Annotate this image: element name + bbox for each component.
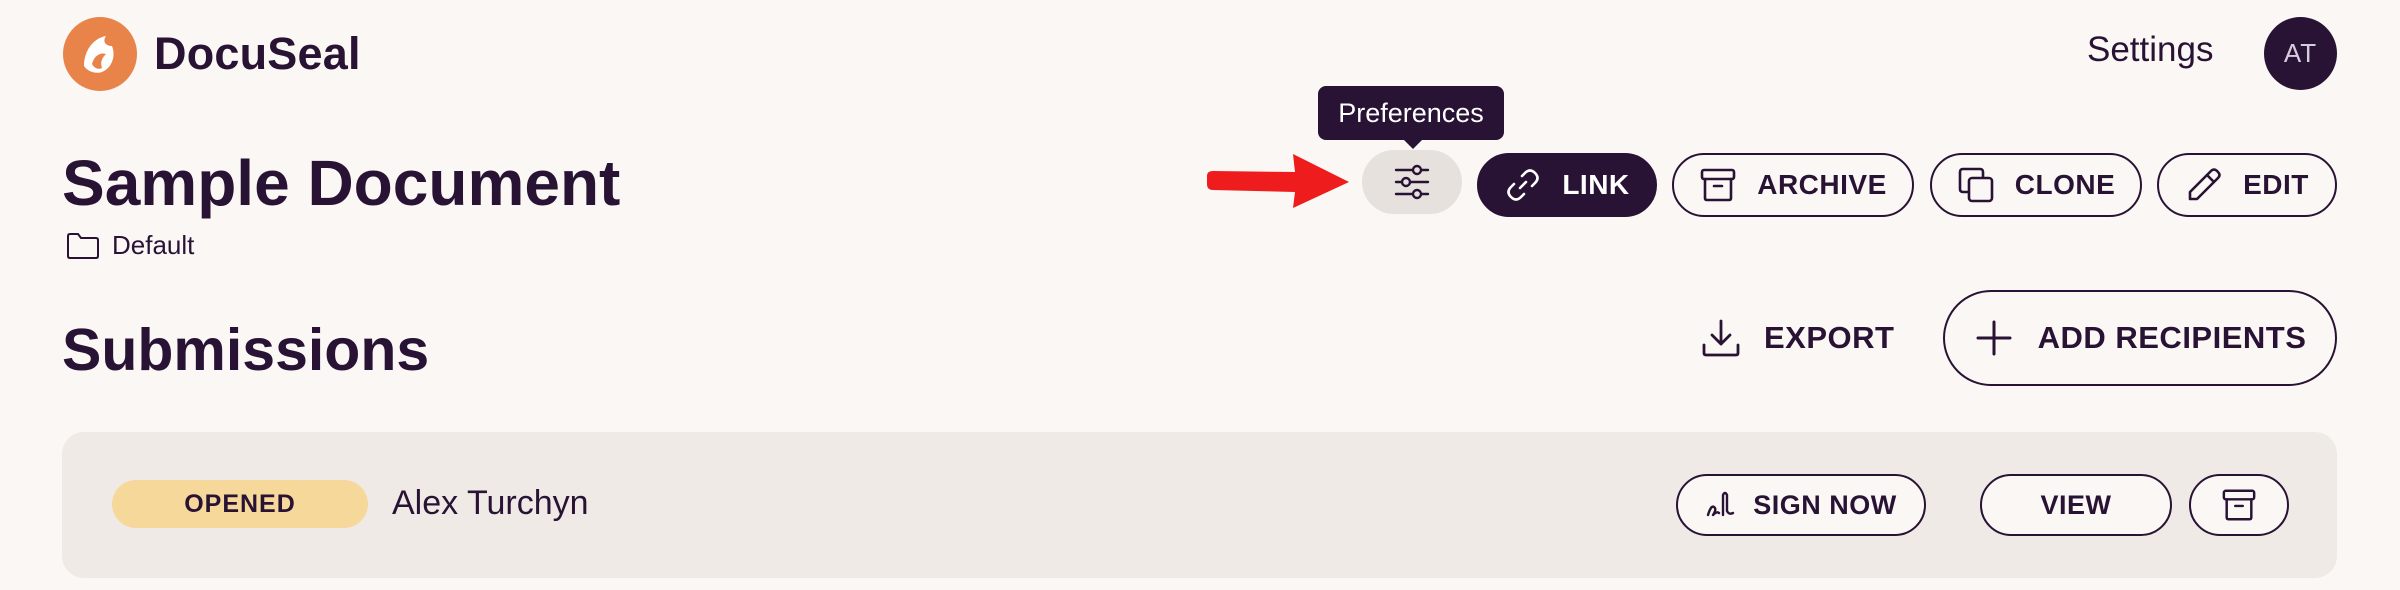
folder-label: Default: [112, 230, 195, 260]
download-icon: [1702, 319, 1740, 357]
submission-row: OPENED Alex Turchyn SIGN NOW VIEW: [62, 432, 2337, 578]
add-recipients-button[interactable]: ADD RECIPIENTS: [1943, 290, 2337, 386]
red-arrow-icon: [1207, 154, 1349, 208]
link-icon: [1507, 169, 1540, 201]
sign-now-button[interactable]: SIGN NOW: [1676, 474, 1926, 536]
preferences-tooltip: Preferences: [1318, 86, 1504, 149]
archive-icon: [2222, 489, 2256, 521]
copy-icon: [1958, 167, 1994, 203]
archive-button[interactable]: ARCHIVE: [1672, 153, 1914, 217]
folder-link[interactable]: Default: [66, 230, 194, 261]
archive-label: ARCHIVE: [1757, 169, 1887, 200]
export-button[interactable]: EXPORT: [1700, 310, 1894, 366]
edit-button[interactable]: EDIT: [2157, 153, 2337, 217]
archive-submission-button[interactable]: [2189, 474, 2289, 536]
status-badge: OPENED: [112, 480, 368, 528]
plus-icon: [1976, 320, 2012, 356]
edit-label: EDIT: [2243, 169, 2309, 200]
folder-icon: [67, 232, 99, 259]
pencil-icon: [2188, 168, 2221, 201]
docuseal-logo-icon: [63, 17, 137, 91]
archive-icon: [1700, 168, 1736, 202]
brand-logo-link[interactable]: DocuSeal: [62, 16, 361, 92]
submitter-name[interactable]: Alex Turchyn: [392, 484, 589, 523]
export-label: EXPORT: [1764, 320, 1895, 355]
sliders-icon: [1394, 164, 1430, 200]
clone-label: CLONE: [2014, 169, 2116, 200]
template-title: Sample Document: [62, 147, 621, 219]
sign-now-label: SIGN NOW: [1753, 489, 1897, 520]
signature-icon: [1707, 491, 1735, 517]
view-label: VIEW: [2040, 489, 2112, 520]
view-button[interactable]: VIEW: [1980, 474, 2172, 536]
user-avatar[interactable]: AT: [2264, 17, 2337, 90]
settings-link[interactable]: Settings: [2087, 30, 2213, 70]
template-page: DocuSeal Settings AT Sample Document Def…: [0, 0, 2400, 590]
link-label: LINK: [1562, 169, 1630, 200]
preferences-button[interactable]: [1362, 150, 1462, 214]
add-recipients-label: ADD RECIPIENTS: [2037, 320, 2307, 355]
submissions-title: Submissions: [62, 317, 430, 383]
copy-link-button[interactable]: LINK: [1477, 153, 1657, 217]
brand-name: DocuSeal: [154, 28, 361, 79]
clone-button[interactable]: CLONE: [1930, 153, 2142, 217]
